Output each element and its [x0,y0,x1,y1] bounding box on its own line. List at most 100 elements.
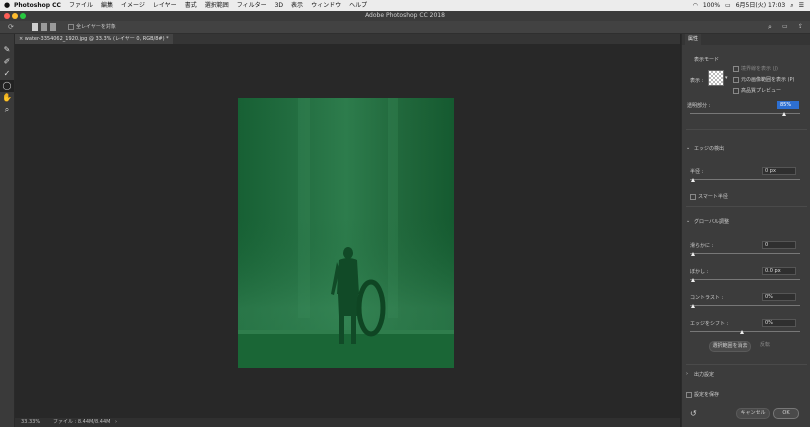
smooth-input[interactable]: 0 [762,241,796,249]
menu-app[interactable]: Photoshop CC [14,0,61,11]
quick-select-tool-icon[interactable]: ✓ [0,68,14,80]
zoom-icon[interactable] [20,13,26,19]
hand-tool-icon[interactable]: ✋ [0,92,14,104]
brush-tool-icon[interactable]: ✎ [0,44,14,56]
image-preview[interactable] [238,98,454,368]
menu-view[interactable]: 表示 [291,0,303,11]
remember-settings-label: 設定を保存 [694,392,720,398]
menu-select[interactable]: 選択範囲 [205,0,229,11]
shift-edge-slider-thumb[interactable] [740,330,744,334]
menu-type[interactable]: 書式 [185,0,197,11]
reset-icon[interactable]: ↺ [690,409,697,418]
feather-slider-thumb[interactable] [691,278,695,282]
workspace-icon[interactable]: ▭ [782,21,788,33]
ok-button[interactable]: OK [773,408,799,419]
all-layers-label: 全レイヤーを対象 [76,24,116,30]
smart-radius-checkbox[interactable] [690,194,696,200]
status-arrow-icon[interactable]: › [115,418,117,427]
apple-icon[interactable]: ● [0,0,14,11]
wifi-icon[interactable]: ◠ [693,0,698,11]
menu-extras: ◠ 100% ▭ 6月5日(火) 17:03 ⌕ ☰ [693,0,810,11]
close-icon[interactable] [4,13,10,19]
spotlight-icon[interactable]: ⌕ [790,0,793,11]
contrast-label: コントラスト : [690,295,724,301]
view-mode-thumbnail[interactable] [708,70,724,86]
output-expand-icon[interactable]: › [686,371,688,377]
edge-collapse-icon[interactable]: ⌄ [686,145,690,151]
menu-image[interactable]: イメージ [121,0,145,11]
all-layers-checkbox[interactable] [68,24,74,30]
lasso-preset-icon[interactable]: ⟳ [8,23,16,31]
tab-properties[interactable]: 属性 [685,34,702,45]
minimize-icon[interactable] [12,13,18,19]
radius-label: 半径 : [690,169,704,175]
cancel-button[interactable]: キャンセル [736,408,770,419]
menu-bar: ● Photoshop CC ファイル 編集 イメージ レイヤー 書式 選択範囲… [0,0,810,11]
radius-slider[interactable] [690,179,800,180]
menu-file[interactable]: ファイル [69,0,93,11]
show-original-checkbox[interactable] [733,77,739,83]
share-icon[interactable]: ⇪ [798,21,803,33]
contrast-slider[interactable] [690,305,800,306]
output-section-title: 出力設定 [694,372,715,378]
menu-filter[interactable]: フィルター [237,0,267,11]
shift-edge-label: エッジをシフト : [690,321,729,327]
smooth-slider[interactable] [690,253,800,254]
shift-edge-input[interactable]: 0% [762,319,796,327]
clear-selection-button[interactable]: 選択範囲を消去 [709,341,751,352]
radius-slider-thumb[interactable] [691,178,695,182]
opacity-slider-thumb[interactable] [781,112,786,116]
high-quality-label: 高品質プレビュー [741,88,782,94]
feather-slider[interactable] [690,279,800,280]
subtract-selection-icon[interactable] [50,23,56,31]
menu-window[interactable]: ウィンドウ [311,0,341,11]
tool-panel: ✎ ✐ ✓ ◯ ✋ ⌕ [0,34,15,427]
menu-3d[interactable]: 3D [275,0,283,11]
opacity-label: 透明部分 : [687,103,711,109]
zoom-tool-icon[interactable]: ⌕ [0,104,14,116]
tab-close-icon[interactable]: × [19,36,23,42]
show-original-label: 元の画像範囲を表示 (P) [741,77,795,83]
status-bar: 33.33% ファイル : 8.44M/8.44M › [15,418,680,427]
view-mode-dropdown-icon[interactable]: ▾ [725,75,728,81]
waterfall-image [238,98,454,368]
radius-input[interactable]: 0 px [762,167,796,175]
contrast-slider-thumb[interactable] [691,304,695,308]
show-edge-label: 境界線を表示 (J) [741,66,778,72]
battery-status[interactable]: 100% [703,0,720,11]
smart-radius-label: スマート半径 [698,194,728,200]
document-tab-bar: × water-3354062_1920.jpg @ 33.3% (レイヤー 0… [15,34,680,44]
canvas-area[interactable] [15,44,680,418]
menu-layer[interactable]: レイヤー [153,0,177,11]
lasso-tool-icon[interactable]: ◯ [0,80,14,92]
clock[interactable]: 6月5日(火) 17:03 [736,0,786,11]
panel-tab-bar: 属性 [682,34,810,45]
remember-settings-checkbox[interactable] [686,392,692,398]
high-quality-checkbox[interactable] [733,88,739,94]
shift-edge-slider[interactable] [690,331,800,332]
global-section-title: グローバル調整 [694,219,729,225]
contrast-input[interactable]: 0% [762,293,796,301]
refine-brush-tool-icon[interactable]: ✐ [0,56,14,68]
menu-edit[interactable]: 編集 [101,0,113,11]
show-edge-checkbox[interactable] [733,66,739,72]
global-collapse-icon[interactable]: ⌄ [686,218,690,224]
search-icon[interactable]: ⌕ [768,21,772,33]
add-selection-icon[interactable] [41,23,47,31]
invert-button[interactable]: 反転 [754,341,776,350]
view-label: 表示 : [690,78,704,84]
battery-icon[interactable]: ▭ [725,0,731,11]
document-tab-label: water-3354062_1920.jpg @ 33.3% (レイヤー 0, … [24,36,169,42]
opacity-input[interactable]: 85% [777,101,799,109]
menu-list-icon[interactable]: ☰ [799,0,804,11]
feather-input[interactable]: 0.0 px [762,267,796,275]
menu-help[interactable]: ヘルプ [349,0,367,11]
smooth-slider-thumb[interactable] [691,252,695,256]
file-info[interactable]: ファイル : 8.44M/8.44M [53,418,110,427]
zoom-level[interactable]: 33.33% [21,418,40,427]
new-selection-icon[interactable] [32,23,38,31]
window-title: Adobe Photoshop CC 2018 [365,12,445,19]
feather-label: ぼかし : [690,269,709,275]
document-tab[interactable]: × water-3354062_1920.jpg @ 33.3% (レイヤー 0… [15,34,173,44]
edge-section-title: エッジの検出 [694,146,725,152]
